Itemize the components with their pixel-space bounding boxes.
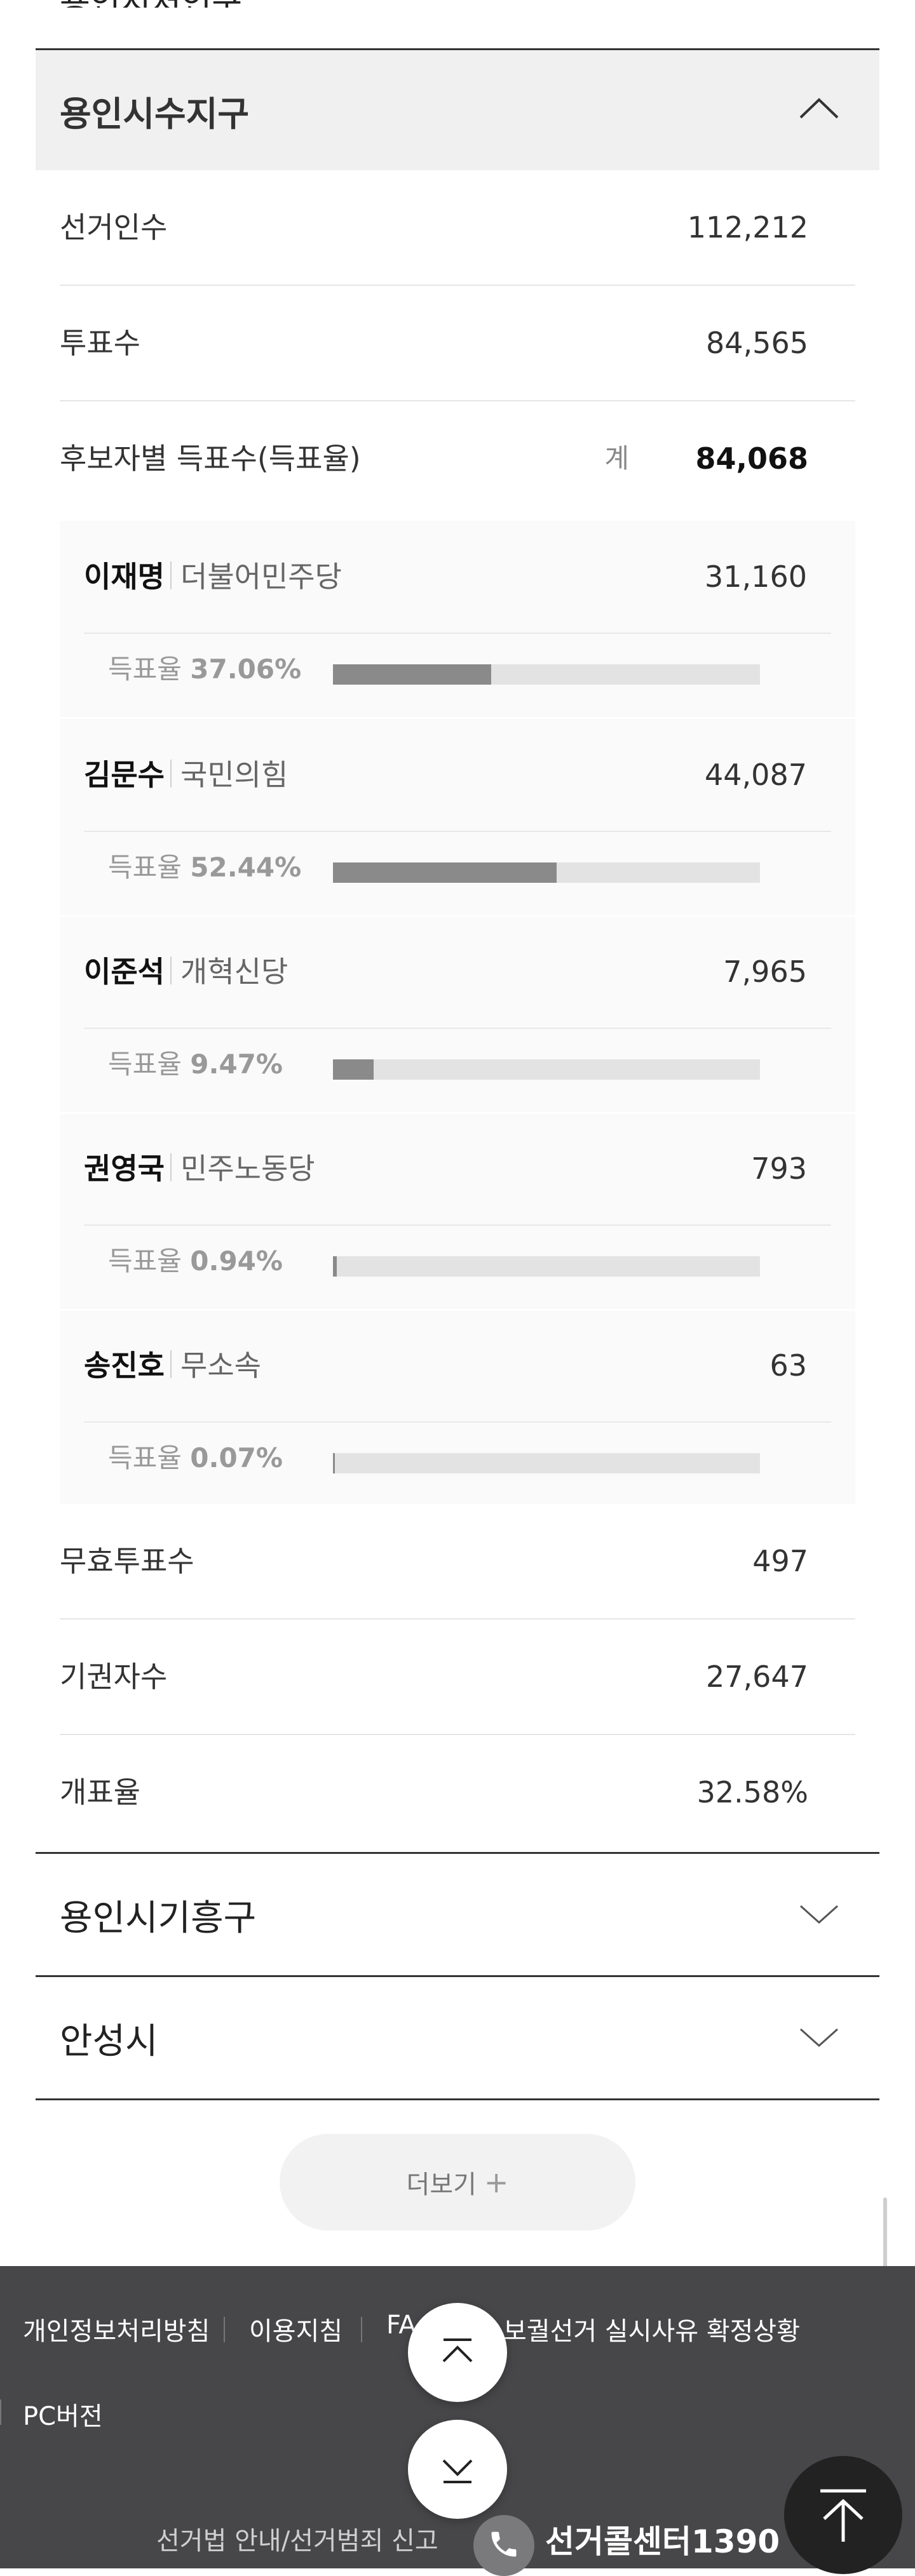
name-party-divider <box>170 1153 172 1181</box>
candidate-name: 이준석 <box>84 955 165 989</box>
candidate-name: 이재명 <box>84 560 165 594</box>
rate-bar-fill <box>333 862 557 883</box>
name-party-divider <box>170 561 172 589</box>
more-button[interactable]: 더보기 + <box>280 2134 635 2231</box>
invalid-votes-row: 무효투표수 497 <box>60 1504 855 1620</box>
footer-divider <box>361 2317 362 2342</box>
name-party-divider <box>170 1350 172 1378</box>
rate-bar-fill <box>333 664 491 685</box>
counted-rate-row: 개표율 32.58% <box>60 1735 855 1852</box>
rate-prefix: 득표율 <box>108 654 182 685</box>
candidate-item: 권영국 민주노동당 793 득표율 0.94% <box>60 1113 855 1310</box>
rate-value: 37.06% <box>190 654 302 685</box>
scroll-up-button[interactable] <box>408 2303 507 2402</box>
district-header-suji[interactable]: 용인시수지구 <box>36 48 879 170</box>
counted-rate-value: 32.58% <box>696 1775 808 1809</box>
invalid-votes-label: 무효투표수 <box>60 1544 194 1578</box>
candidate-party: 민주노동당 <box>180 1151 315 1186</box>
rate-value: 52.44% <box>190 852 302 883</box>
candidate-votes: 7,965 <box>723 955 807 989</box>
rate-prefix: 득표율 <box>108 1245 182 1277</box>
rate-bar <box>333 1453 760 1473</box>
turnout-value: 84,565 <box>706 326 808 360</box>
electorate-row: 선거인수 112,212 <box>60 170 855 286</box>
candidate-item: 이재명 더불어민주당 31,160 득표율 37.06% <box>60 521 855 718</box>
turnout-row: 투표수 84,565 <box>60 286 855 401</box>
rate-bar <box>333 664 760 685</box>
votes-by-candidate-row: 후보자별 득표수(득표율) 계 84,068 <box>60 401 855 521</box>
arrow-up-to-top-icon <box>820 2489 866 2542</box>
rate-bar <box>333 862 760 883</box>
candidate-item: 송진호 무소속 63 득표율 0.07% <box>60 1310 855 1506</box>
chevron-down-icon[interactable] <box>797 1891 841 1935</box>
candidate-name: 송진호 <box>84 1348 165 1383</box>
rate-prefix: 득표율 <box>108 852 182 883</box>
electorate-value: 112,212 <box>687 210 808 245</box>
name-party-divider <box>170 760 172 788</box>
rate-prefix: 득표율 <box>108 1049 182 1080</box>
rate-value: 0.07% <box>190 1442 283 1473</box>
candidate-rate: 득표율 52.44% <box>108 846 301 885</box>
votes-by-candidate-label: 후보자별 득표수(득표율) <box>60 441 361 476</box>
candidate-name: 김문수 <box>84 758 165 792</box>
more-button-label: 더보기 <box>406 2170 477 2199</box>
pc-version-link[interactable]: PC버전 <box>23 2396 103 2432</box>
footer-link-terms[interactable]: 이용지침 <box>249 2311 342 2347</box>
rate-bar <box>333 1256 760 1277</box>
footer-divider <box>224 2317 225 2342</box>
scroll-top-button[interactable] <box>784 2456 902 2574</box>
candidate-party: 개혁신당 <box>180 955 288 989</box>
turnout-label: 투표수 <box>60 326 140 360</box>
candidate-votes: 31,160 <box>705 560 807 594</box>
candidate-party: 국민의힘 <box>180 758 288 792</box>
candidate-party: 무소속 <box>180 1348 261 1383</box>
abstain-label: 기권자수 <box>60 1660 168 1694</box>
district-header-giheung[interactable]: 용인시기흥구 <box>36 1852 879 1975</box>
rate-value: 9.47% <box>190 1049 283 1080</box>
candidate-rate: 득표율 37.06% <box>108 648 301 687</box>
candidate-rate: 득표율 9.47% <box>108 1043 283 1082</box>
footer-divider <box>0 2399 1 2425</box>
candidate-name: 권영국 <box>84 1151 165 1186</box>
election-law-link[interactable]: 선거법 안내/선거범죄 신고 <box>156 2520 438 2557</box>
rate-value: 0.94% <box>190 1245 283 1277</box>
candidate-rate: 득표율 0.07% <box>108 1437 283 1475</box>
chevron-down-to-bottom-icon <box>442 2459 473 2483</box>
rate-bar-fill <box>333 1059 374 1080</box>
previous-district-title-cut: 용인시처인구 <box>60 0 250 8</box>
candidate-votes: 44,087 <box>705 758 807 792</box>
invalid-votes-value: 497 <box>752 1544 808 1578</box>
electorate-label: 선거인수 <box>60 210 168 245</box>
name-party-divider <box>170 956 172 984</box>
abstain-row: 기권자수 27,647 <box>60 1620 855 1735</box>
footer-link-privacy[interactable]: 개인정보처리방침 <box>23 2311 210 2347</box>
plus-icon: + <box>484 2165 509 2199</box>
scroll-down-button[interactable] <box>408 2420 507 2519</box>
chevron-down-icon[interactable] <box>797 2014 841 2058</box>
rate-prefix: 득표율 <box>108 1442 182 1473</box>
callcenter-link[interactable]: 선거콜센터1390 <box>545 2516 780 2562</box>
candidate-item: 이준석 개혁신당 7,965 득표율 9.47% <box>60 916 855 1113</box>
rate-bar <box>333 1059 760 1080</box>
candidate-votes: 793 <box>751 1151 807 1186</box>
footer-link-by-election[interactable]: 보궐선거 실시사유 확정상황 <box>503 2311 800 2347</box>
sum-value: 84,068 <box>695 441 808 476</box>
district-title: 용인시수지구 <box>60 94 250 134</box>
sum-label: 계 <box>604 443 629 474</box>
phone-icon <box>473 2515 534 2576</box>
counted-rate-label: 개표율 <box>60 1775 140 1809</box>
chevron-up-to-top-icon <box>442 2338 473 2363</box>
candidate-votes: 63 <box>769 1348 807 1383</box>
rate-bar-fill <box>333 1256 337 1277</box>
candidate-party: 더불어민주당 <box>180 560 342 594</box>
district-title: 안성시 <box>60 2021 158 2062</box>
candidate-item: 김문수 국민의힘 44,087 득표율 52.44% <box>60 719 855 916</box>
district-title: 용인시기흥구 <box>60 1898 257 1939</box>
abstain-value: 27,647 <box>706 1660 808 1694</box>
rate-bar-fill <box>333 1453 335 1473</box>
candidate-rate: 득표율 0.94% <box>108 1240 283 1278</box>
district-header-anseong[interactable]: 안성시 <box>36 1975 879 2100</box>
candidate-list: 이재명 더불어민주당 31,160 득표율 37.06% 김문수 국민의힘 44… <box>60 521 855 1504</box>
chevron-up-icon[interactable] <box>797 87 841 131</box>
